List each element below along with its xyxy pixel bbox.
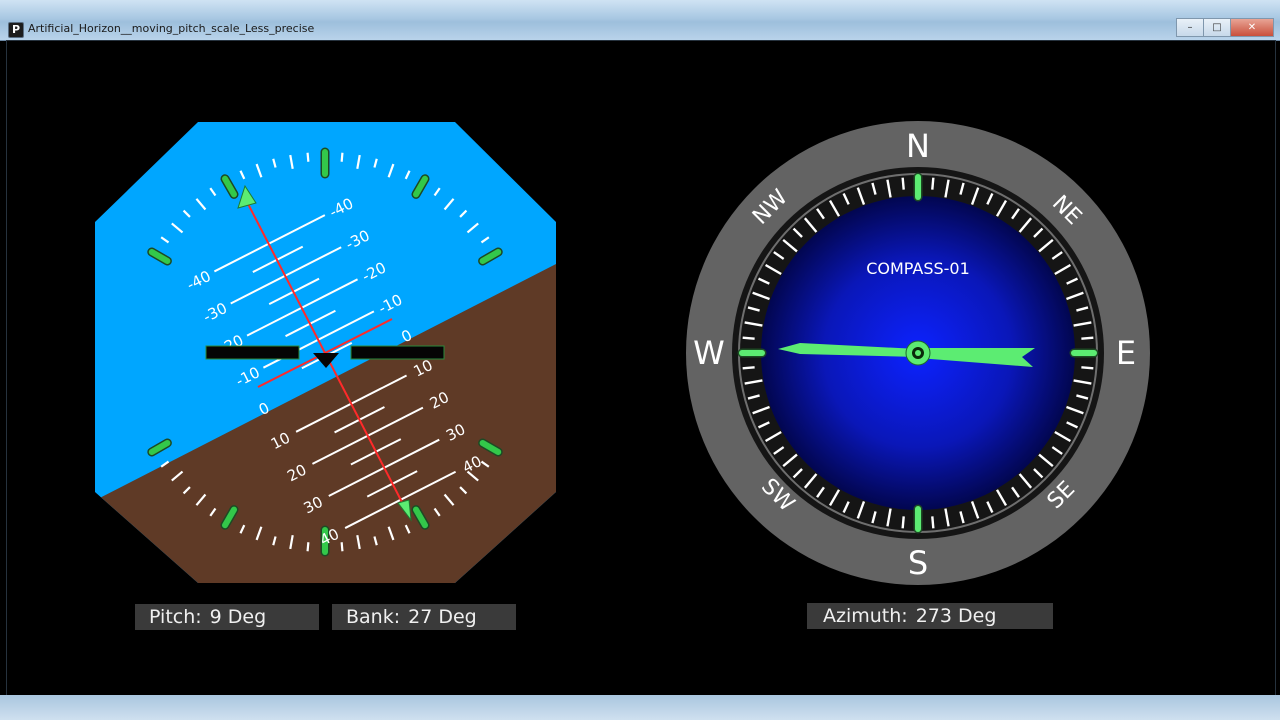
compass-tick <box>1081 366 1094 370</box>
bank-tick <box>340 542 344 552</box>
compass-title: COMPASS-01 <box>866 259 970 278</box>
compass-tick <box>1081 336 1094 340</box>
cardinal-s: S <box>908 544 928 582</box>
compass-tick <box>931 516 935 529</box>
artificial-horizon: -40 -30 -20 -10 0 10 20 30 40 -40 -30 -2… <box>95 122 556 583</box>
bank-label: Bank: <box>346 606 401 628</box>
pitch-label: Pitch: <box>149 606 202 628</box>
cardinal-n: N <box>906 127 930 165</box>
compass-tick <box>931 177 935 190</box>
pitch-value: 9 Deg <box>209 606 267 628</box>
cardinal-e: E <box>1116 334 1136 372</box>
bank-readout: Bank: 27 Deg <box>332 604 516 630</box>
azimuth-readout: Azimuth: 273 Deg <box>807 603 1053 629</box>
aircraft-right-wing <box>350 345 445 360</box>
compass: N S E W NE SE SW NW COMPASS-01 <box>686 121 1150 585</box>
compass-tick <box>901 516 905 529</box>
pitch-readout: Pitch: 9 Deg <box>135 604 319 630</box>
bank-value: 27 Deg <box>408 606 477 628</box>
compass-needle-hub-dot <box>915 350 921 356</box>
bank-tick <box>306 542 310 552</box>
azimuth-value: 273 Deg <box>915 605 997 627</box>
azimuth-label: Azimuth: <box>823 605 908 627</box>
aircraft-left-wing <box>205 345 300 360</box>
bank-tick <box>340 152 344 162</box>
compass-tick <box>901 177 905 190</box>
compass-tick <box>742 336 755 340</box>
bank-tick <box>306 152 310 162</box>
cardinal-w: W <box>693 334 725 372</box>
compass-tick <box>742 366 755 370</box>
